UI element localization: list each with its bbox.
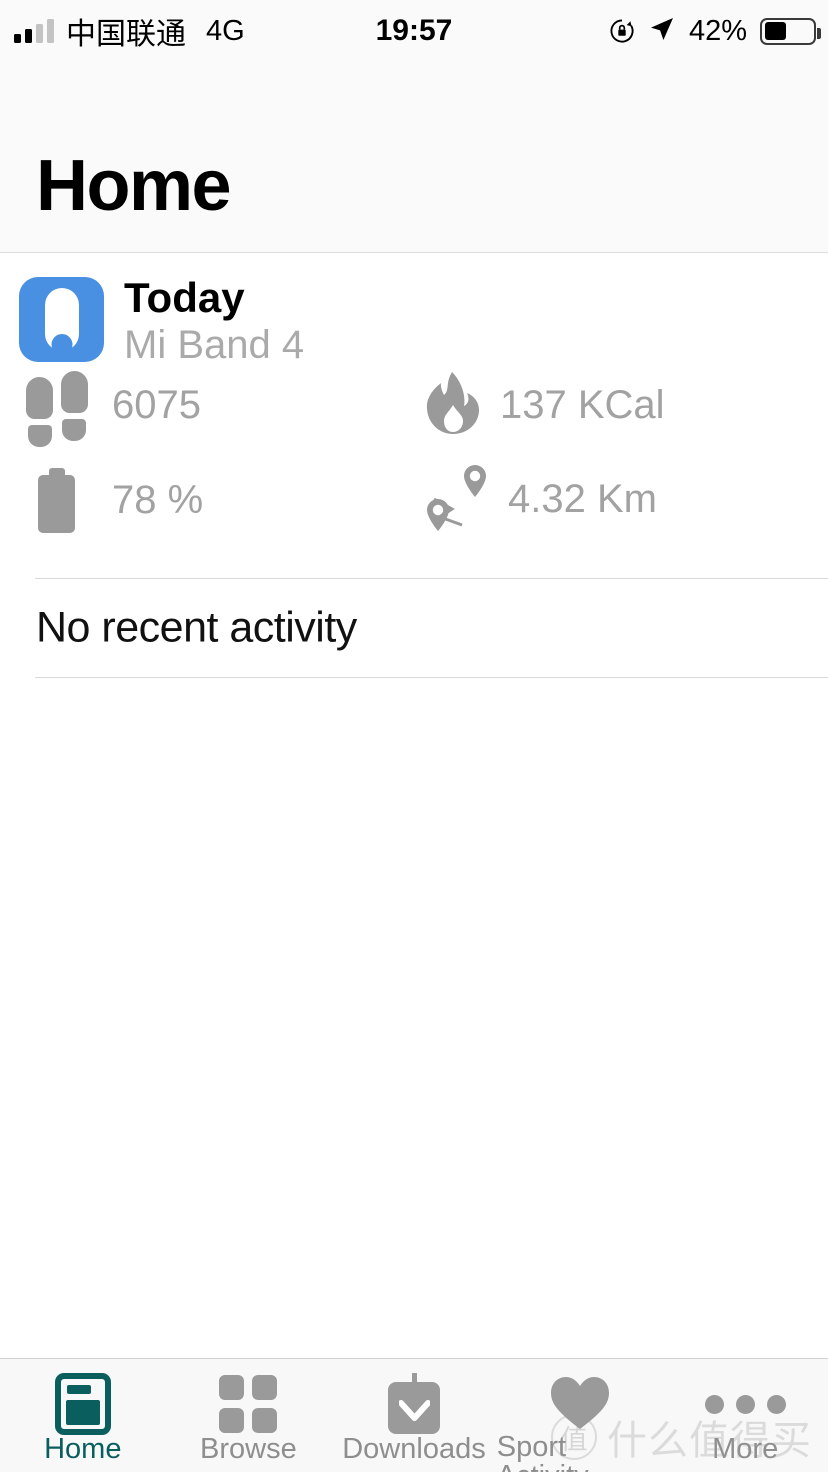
tab-downloads[interactable]: Downloads xyxy=(331,1359,497,1472)
location-arrow-icon xyxy=(648,15,676,48)
status-bar-right: 42% xyxy=(609,0,821,62)
stat-calories-value: 137 KCal xyxy=(500,383,665,427)
rotation-lock-icon xyxy=(609,18,635,44)
tab-browse-label: Browse xyxy=(200,1433,297,1465)
mi-band-icon xyxy=(19,277,104,362)
device-stats: 6075 137 KCal 78 % 4.32 Km xyxy=(0,361,828,551)
home-icon xyxy=(54,1373,111,1435)
recent-activity-empty-label: No recent activity xyxy=(36,603,357,651)
tab-browse[interactable]: Browse xyxy=(166,1359,332,1472)
battery-percent-label: 42% xyxy=(688,14,747,47)
flame-icon xyxy=(422,371,484,439)
status-bar: 中国联通 4G 19:57 42% xyxy=(0,0,828,62)
tab-home-label: Home xyxy=(44,1433,122,1465)
stat-steps: 6075 xyxy=(22,371,201,447)
tab-downloads-label: Downloads xyxy=(342,1433,486,1465)
tab-more[interactable]: More xyxy=(662,1359,828,1472)
tab-bar: Home Browse Downloads Sport More xyxy=(0,1358,828,1472)
stat-calories: 137 KCal xyxy=(422,371,665,439)
device-header: Today Mi Band 4 xyxy=(0,253,828,367)
page-title: Home xyxy=(36,146,232,226)
app-screen: 中国联通 4G 19:57 42% Home Today Mi Band 4 6… xyxy=(0,0,828,1472)
stat-battery: 78 % xyxy=(22,466,203,534)
battery-icon xyxy=(760,17,821,45)
grid-icon xyxy=(219,1375,278,1433)
device-title: Today xyxy=(124,274,245,321)
heart-icon xyxy=(549,1375,611,1431)
navigation-bar: Home xyxy=(0,62,828,253)
device-summary-card[interactable]: Today Mi Band 4 6075 137 KCal 78 % 4.32 … xyxy=(0,253,828,551)
tab-home[interactable]: Home xyxy=(0,1359,166,1472)
battery-vertical-icon xyxy=(22,466,94,534)
stat-distance: 4.32 Km xyxy=(422,461,657,537)
stat-steps-value: 6075 xyxy=(112,383,201,427)
route-pins-icon xyxy=(422,461,494,537)
tab-more-label: More xyxy=(712,1433,779,1465)
recent-activity-row[interactable]: No recent activity xyxy=(0,578,828,677)
tab-sport-activity[interactable]: Sport Activity xyxy=(497,1359,663,1472)
stat-battery-value: 78 % xyxy=(112,478,204,522)
stat-distance-value: 4.32 Km xyxy=(508,477,657,521)
content-area xyxy=(0,678,828,1358)
footprints-icon xyxy=(22,371,94,447)
ellipsis-icon xyxy=(704,1394,786,1414)
download-icon xyxy=(385,1373,443,1435)
tab-sport-activity-label: Sport Activity xyxy=(496,1431,589,1472)
